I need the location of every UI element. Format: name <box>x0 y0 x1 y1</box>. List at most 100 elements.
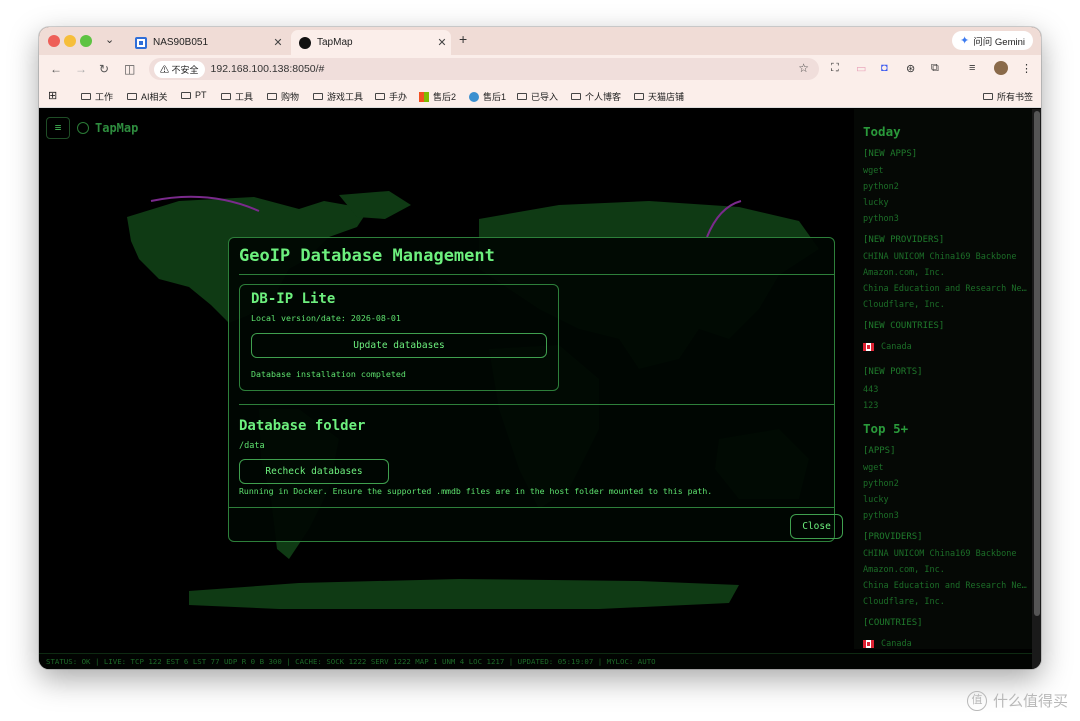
list-item: Cloudflare, Inc. <box>863 597 945 607</box>
bookmark-label: 售后1 <box>483 92 507 102</box>
bookmark-folder[interactable]: 购物 <box>267 90 299 103</box>
back-arrow-icon[interactable]: ← <box>50 62 62 76</box>
db-ip-lite-card: DB-IP Lite Local version/date: 2026-08-0… <box>239 284 559 391</box>
apps-grid-icon[interactable]: ⊞ <box>48 89 57 102</box>
close-tab-icon[interactable]: ✕ <box>269 36 287 49</box>
hamburger-menu-button[interactable]: ≡ <box>46 117 70 139</box>
app-title: TapMap <box>95 121 139 135</box>
bookmark-folder[interactable]: 天猫店铺 <box>634 90 684 103</box>
bookmark-item[interactable]: 售后1 <box>469 90 506 103</box>
database-folder-path: /data <box>239 441 265 451</box>
bookmark-folder[interactable]: 工具 <box>221 90 253 103</box>
recheck-databases-button[interactable]: Recheck databases <box>239 459 389 484</box>
db-name: DB-IP Lite <box>251 291 336 307</box>
folder-icon <box>313 93 323 100</box>
tapmap-viewport: ≡ TapMap Today [NEW APPS] wget python2 l… <box>39 109 1041 669</box>
browser-window: ⌄ NAS90B051 ✕ TapMap ✕ + ✦ 问问 Gemini ← →… <box>39 27 1041 669</box>
bookmark-label: AI相关 <box>141 92 168 102</box>
stats-sidebar: Today [NEW APPS] wget python2 lucky pyth… <box>854 109 1032 649</box>
all-bookmarks-folder[interactable]: 所有书签 <box>983 90 1033 103</box>
extension-screenshot-icon[interactable]: ⛶ <box>831 62 839 75</box>
tab-label: NAS90B051 <box>153 37 209 48</box>
gemini-button[interactable]: ✦ 问问 Gemini <box>952 31 1033 50</box>
bookmark-item[interactable]: 售后2 <box>419 90 456 103</box>
extensions-puzzle-icon[interactable]: ⧉ <box>931 62 939 75</box>
url-text: 192.168.100.138:8050/# <box>210 63 325 75</box>
folder-icon <box>634 93 644 100</box>
windows-logo-icon <box>419 91 429 102</box>
update-databases-button[interactable]: Update databases <box>251 333 547 358</box>
scrollbar-thumb[interactable] <box>1034 111 1040 616</box>
address-toolbar: ← → ↻ ◫ ⚠ 不安全 192.168.100.138:8050/# ☆ ⛶… <box>39 55 1041 84</box>
forward-arrow-icon[interactable]: → <box>75 62 87 76</box>
globe-favicon-icon <box>299 36 311 49</box>
address-bar[interactable]: ⚠ 不安全 192.168.100.138:8050/# ☆ <box>149 58 819 80</box>
extension-openai-icon[interactable]: ⊛ <box>906 62 915 75</box>
new-ports-label: [NEW PORTS] <box>863 367 923 377</box>
install-status: Database installation completed <box>251 369 406 379</box>
bookmark-folder[interactable]: 手办 <box>375 90 407 103</box>
bookmark-label: 已导入 <box>531 92 559 102</box>
minimize-window-button[interactable] <box>64 35 76 47</box>
list-item: CHINA UNICOM China169 Backbone <box>863 549 1017 559</box>
bookmark-folder[interactable]: 游戏工具 <box>313 90 363 103</box>
new-tab-icon[interactable]: + <box>459 31 467 47</box>
folder-icon <box>983 93 993 100</box>
profile-avatar[interactable] <box>994 61 1008 75</box>
store-logo-icon <box>469 91 479 102</box>
list-item: lucky <box>863 495 889 505</box>
close-window-button[interactable] <box>48 35 60 47</box>
today-heading: Today <box>863 124 901 139</box>
folder-icon <box>181 91 191 99</box>
folder-icon <box>375 93 385 100</box>
list-item: python3 <box>863 214 899 224</box>
tab-search-chevron-icon[interactable]: ⌄ <box>105 33 114 46</box>
top-heading: Top 5+ <box>863 421 909 436</box>
list-item: 123 <box>863 401 879 411</box>
nas-favicon-icon <box>135 36 147 49</box>
page-scrollbar[interactable] <box>1032 109 1041 669</box>
bookmark-folder[interactable]: 个人博客 <box>571 90 621 103</box>
list-item: python2 <box>863 479 899 489</box>
tab-bar: ⌄ NAS90B051 ✕ TapMap ✕ + ✦ 问问 Gemini <box>39 27 1041 55</box>
security-label: 不安全 <box>171 64 199 75</box>
folder-icon <box>221 93 231 100</box>
globe-logo-icon <box>77 122 89 134</box>
reading-list-icon[interactable]: ≡ <box>969 62 975 74</box>
bookmark-folder[interactable]: 已导入 <box>517 90 558 103</box>
list-item: wget <box>863 463 884 473</box>
folder-icon <box>571 93 581 100</box>
extension-blue-icon[interactable]: ◘ <box>881 62 888 74</box>
reload-icon[interactable]: ↻ <box>99 62 109 76</box>
bookmark-folder[interactable]: 工作 <box>81 90 113 103</box>
bookmark-label: 天猫店铺 <box>648 92 685 102</box>
bookmark-label: 游戏工具 <box>327 92 364 102</box>
watermark-badge-icon: 值 <box>966 690 987 711</box>
extension-pink-icon[interactable]: ▭ <box>856 62 866 75</box>
docker-note: Running in Docker. Ensure the supported … <box>239 486 713 496</box>
bookmark-label: 售后2 <box>433 92 457 102</box>
split-view-icon[interactable]: ◫ <box>124 62 135 76</box>
security-indicator[interactable]: ⚠ 不安全 <box>154 60 205 78</box>
list-item: Canada <box>863 342 1028 352</box>
bookmark-label: 所有书签 <box>997 92 1034 102</box>
close-button[interactable]: Close <box>790 514 843 539</box>
bookmark-folder[interactable]: PT <box>181 90 207 100</box>
gemini-sparkle-icon: ✦ <box>960 35 970 47</box>
gemini-label: 问问 Gemini <box>973 36 1025 48</box>
divider <box>239 274 835 275</box>
bookmark-label: 购物 <box>281 92 300 102</box>
new-providers-label: [NEW PROVIDERS] <box>863 235 945 245</box>
bookmark-label: PT <box>195 90 207 100</box>
bookmark-star-icon[interactable]: ☆ <box>798 61 809 75</box>
tab-tapmap[interactable]: TapMap ✕ <box>291 30 451 55</box>
tab-nas[interactable]: NAS90B051 ✕ <box>127 30 287 55</box>
browser-menu-icon[interactable]: ⋮ <box>1021 62 1032 75</box>
list-item: Canada <box>863 639 1028 649</box>
antarctica-landmass <box>189 579 739 609</box>
watermark-text: 什么值得买 <box>992 693 1068 710</box>
folder-icon <box>517 93 527 100</box>
close-tab-icon[interactable]: ✕ <box>433 36 451 49</box>
bookmark-folder[interactable]: AI相关 <box>127 90 168 103</box>
maximize-window-button[interactable] <box>80 35 92 47</box>
